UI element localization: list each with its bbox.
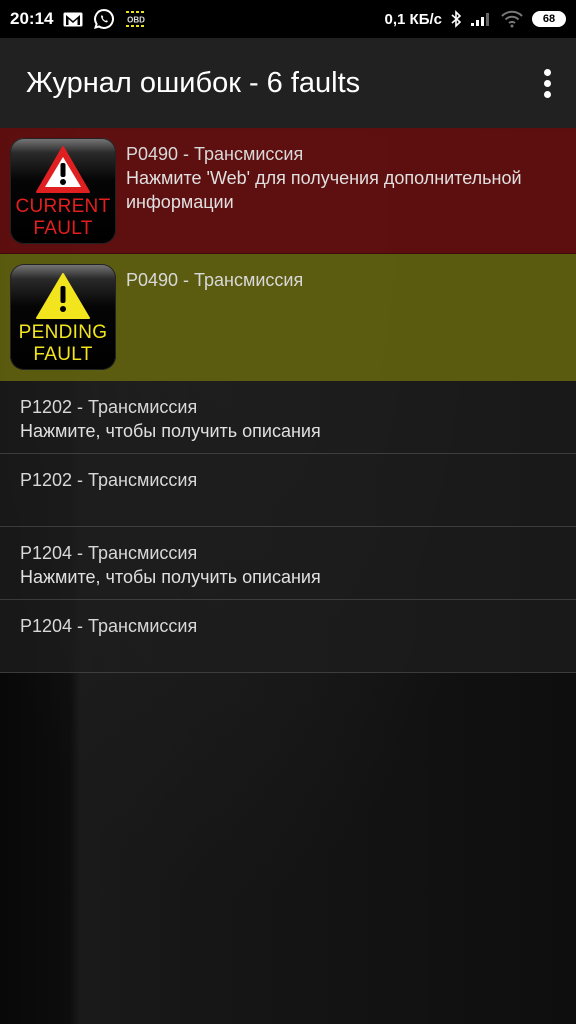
status-bar: 20:14 OBD 0,1 КБ/с 68 (0, 0, 576, 38)
whatsapp-icon (93, 8, 115, 30)
page-title: Журнал ошибок - 6 faults (26, 66, 361, 99)
cellular-signal-icon (470, 11, 492, 27)
network-speed: 0,1 КБ/с (384, 10, 442, 28)
fault-code: P1204 - Трансмиссия (20, 543, 198, 563)
fault-code: P1202 - Трансмиссия (20, 470, 198, 490)
fault-description: Нажмите, чтобы получить описания (20, 567, 321, 587)
gmail-icon (63, 12, 83, 27)
app-bar: Журнал ошибок - 6 faults (0, 38, 576, 128)
wifi-icon (500, 10, 524, 28)
fault-description: Нажмите 'Web' для получения дополнительн… (126, 168, 522, 212)
obd-label: OBD (128, 16, 146, 25)
warning-triangle-icon (36, 146, 90, 193)
battery-level: 68 (542, 13, 556, 25)
fault-code: P0490 - Трансмиссия (126, 144, 304, 164)
badge-line2: FAULT (33, 218, 93, 239)
fault-code: P0490 - Трансмиссия (126, 270, 304, 290)
fault-code: P1202 - Трансмиссия (20, 397, 198, 417)
pending-fault-badge: PENDING FAULT (10, 264, 116, 370)
warning-triangle-icon (36, 273, 90, 319)
fault-row[interactable]: P1202 - Трансмиссия Нажмите, чтобы получ… (0, 381, 576, 454)
fault-list: CURRENT FAULT P0490 - Трансмиссия Нажмит… (0, 128, 576, 673)
fault-row[interactable]: P1202 - Трансмиссия (0, 454, 576, 527)
obd-icon: OBD (125, 10, 147, 28)
current-fault-badge: CURRENT FAULT (10, 138, 116, 244)
fault-description: Нажмите, чтобы получить описания (20, 421, 321, 441)
battery-icon: 68 (532, 11, 566, 27)
fault-row[interactable]: P1204 - Трансмиссия Нажмите, чтобы получ… (0, 527, 576, 600)
clock: 20:14 (10, 9, 54, 28)
fault-code: P1204 - Трансмиссия (20, 616, 198, 636)
more-vert-icon (543, 68, 551, 76)
badge-line2: FAULT (33, 344, 93, 365)
fault-row[interactable]: P1204 - Трансмиссия (0, 600, 576, 673)
badge-line1: CURRENT (15, 196, 111, 217)
bluetooth-icon (450, 10, 462, 28)
fault-row-pending[interactable]: PENDING FAULT P0490 - Трансмиссия (0, 254, 576, 381)
more-options-button[interactable] (532, 63, 562, 103)
screen: 20:14 OBD 0,1 КБ/с 68 Журнал ошибок - 6 … (0, 0, 576, 1024)
fault-row-current[interactable]: CURRENT FAULT P0490 - Трансмиссия Нажмит… (0, 128, 576, 254)
badge-line1: PENDING (18, 322, 108, 343)
